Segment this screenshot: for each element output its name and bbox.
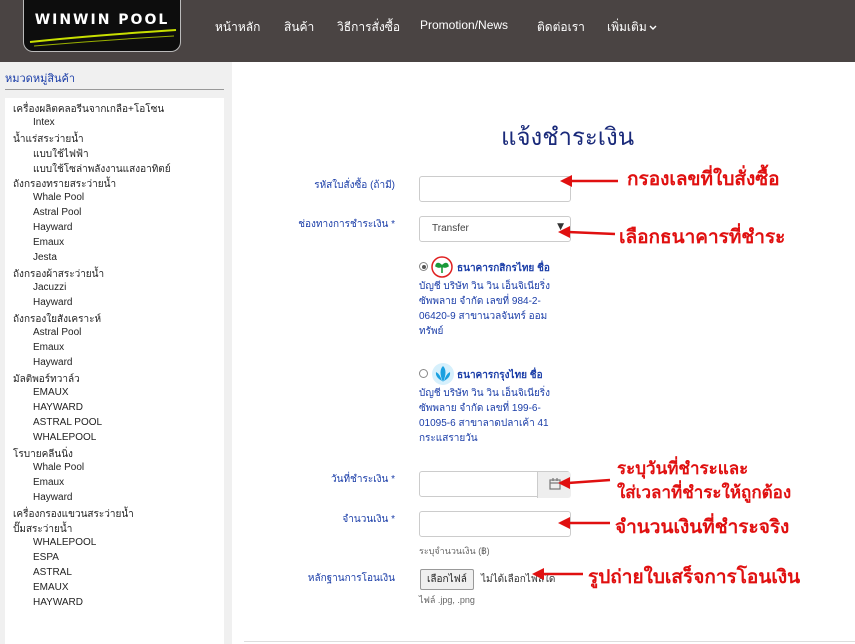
annotation-date-line2: ใส่เวลาที่ชำระให้ถูกต้อง (617, 483, 792, 503)
annotation-order-number: กรองเลขที่ใบสั่งซื้อ (627, 168, 780, 190)
annotation-bank: เลือกธนาคารที่ชำระ (619, 226, 786, 248)
annotation-arrows (532, 175, 618, 580)
annotation-date-line1: ระบุวันที่ชำระและ (617, 459, 749, 479)
annotation-receipt: รูปถ่ายใบเสร็จการโอนเงิน (588, 566, 801, 588)
annotation-amount: จำนวนเงินที่ชำระจริง (615, 516, 790, 538)
